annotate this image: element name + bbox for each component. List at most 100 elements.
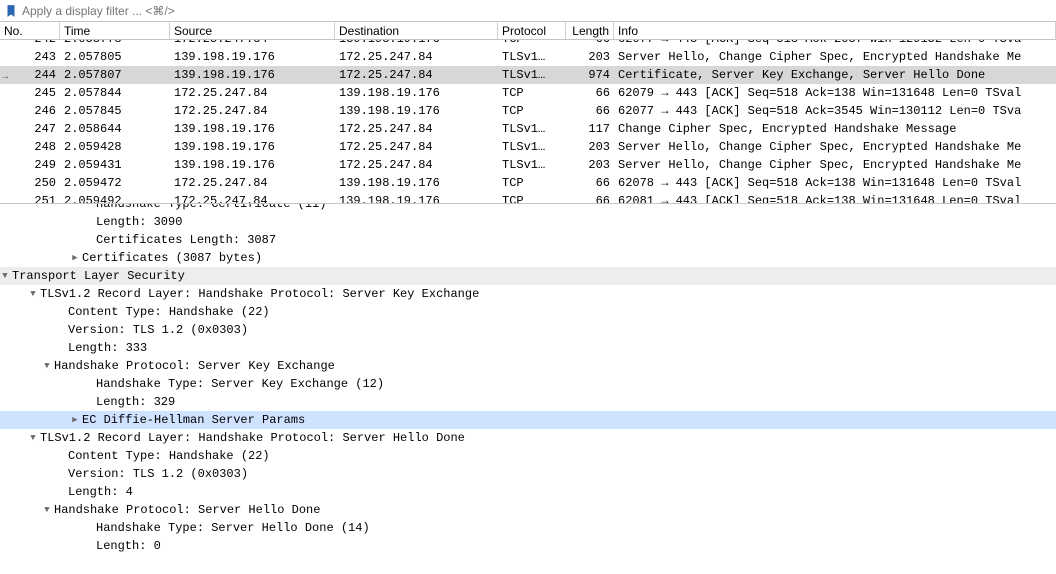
cell-length: 203	[566, 138, 614, 156]
packet-row[interactable]: 2512.059492172.25.247.84139.198.19.176TC…	[0, 192, 1056, 204]
detail-line[interactable]: ▼Transport Layer Security	[0, 267, 1056, 285]
bookmark-icon[interactable]	[4, 4, 18, 18]
cell-source: 172.25.247.84	[170, 174, 335, 192]
column-header-time[interactable]: Time	[60, 22, 170, 39]
detail-text: Handshake Type: Server Hello Done (14)	[96, 519, 370, 537]
detail-text: Handshake Type: Server Key Exchange (12)	[96, 375, 384, 393]
detail-line[interactable]: Version: TLS 1.2 (0x0303)	[0, 465, 1056, 483]
detail-line[interactable]: Length: 4	[0, 483, 1056, 501]
cell-length: 203	[566, 48, 614, 66]
expanded-icon[interactable]: ▼	[0, 267, 10, 285]
detail-line[interactable]: Handshake Type: Certificate (11)	[0, 204, 1056, 213]
cell-no: 246	[0, 102, 60, 120]
cell-source: 139.198.19.176	[170, 138, 335, 156]
column-header-length[interactable]: Length	[566, 22, 614, 39]
cell-source: 172.25.247.84	[170, 192, 335, 204]
collapsed-icon[interactable]: ▶	[70, 249, 80, 267]
cell-destination: 172.25.247.84	[335, 138, 498, 156]
column-header-source[interactable]: Source	[170, 22, 335, 39]
detail-line[interactable]: Length: 3090	[0, 213, 1056, 231]
packet-row[interactable]: 2452.057844172.25.247.84139.198.19.176TC…	[0, 84, 1056, 102]
detail-line[interactable]: ▶Certificates (3087 bytes)	[0, 249, 1056, 267]
cell-length: 66	[566, 192, 614, 204]
cell-time: 2.059472	[60, 174, 170, 192]
detail-text: Length: 329	[96, 393, 175, 411]
packet-details[interactable]: Handshake Type: Certificate (11)Length: …	[0, 204, 1056, 555]
detail-line[interactable]: Length: 0	[0, 537, 1056, 555]
cell-source: 139.198.19.176	[170, 120, 335, 138]
cell-protocol: TLSv1…	[498, 66, 566, 84]
cell-no: 249	[0, 156, 60, 174]
cell-protocol: TCP	[498, 40, 566, 48]
column-header-destination[interactable]: Destination	[335, 22, 498, 39]
column-header-protocol[interactable]: Protocol	[498, 22, 566, 39]
cell-destination: 139.198.19.176	[335, 174, 498, 192]
packet-row[interactable]: 2432.057805139.198.19.176172.25.247.84TL…	[0, 48, 1056, 66]
cell-destination: 172.25.247.84	[335, 156, 498, 174]
cell-no: 251	[0, 192, 60, 204]
cell-destination: 172.25.247.84	[335, 66, 498, 84]
cell-source: 139.198.19.176	[170, 66, 335, 84]
display-filter-input[interactable]	[22, 4, 1052, 18]
cell-time: 2.053778	[60, 40, 170, 48]
detail-text: TLSv1.2 Record Layer: Handshake Protocol…	[40, 429, 465, 447]
packet-row[interactable]: 2462.057845172.25.247.84139.198.19.176TC…	[0, 102, 1056, 120]
expanded-icon[interactable]: ▼	[42, 357, 52, 375]
detail-text: Content Type: Handshake (22)	[68, 447, 270, 465]
column-header-info[interactable]: Info	[614, 22, 1056, 39]
detail-line[interactable]: ▼TLSv1.2 Record Layer: Handshake Protoco…	[0, 285, 1056, 303]
detail-line[interactable]: Content Type: Handshake (22)	[0, 303, 1056, 321]
cell-info: 62079 → 443 [ACK] Seq=518 Ack=138 Win=13…	[614, 84, 1056, 102]
detail-line[interactable]: ▼Handshake Protocol: Server Key Exchange	[0, 357, 1056, 375]
detail-line[interactable]: Certificates Length: 3087	[0, 231, 1056, 249]
detail-text: EC Diffie-Hellman Server Params	[82, 411, 305, 429]
expanded-icon[interactable]: ▼	[28, 429, 38, 447]
cell-time: 2.059492	[60, 192, 170, 204]
cell-length: 66	[566, 174, 614, 192]
cell-info: 62078 → 443 [ACK] Seq=518 Ack=138 Win=13…	[614, 174, 1056, 192]
detail-text: Handshake Protocol: Server Key Exchange	[54, 357, 335, 375]
packet-row[interactable]: 2502.059472172.25.247.84139.198.19.176TC…	[0, 174, 1056, 192]
detail-line[interactable]: ▶EC Diffie-Hellman Server Params	[0, 411, 1056, 429]
packet-row[interactable]: 2482.059428139.198.19.176172.25.247.84TL…	[0, 138, 1056, 156]
cell-no: 248	[0, 138, 60, 156]
cell-destination: 172.25.247.84	[335, 48, 498, 66]
detail-text: Length: 333	[68, 339, 147, 357]
detail-text: Transport Layer Security	[12, 267, 185, 285]
expanded-icon[interactable]: ▼	[42, 501, 52, 519]
cell-info: 62077 → 443 [ACK] Seq=518 Ack=3545 Win=1…	[614, 102, 1056, 120]
detail-text: Handshake Type: Certificate (11)	[96, 204, 326, 213]
expanded-icon[interactable]: ▼	[28, 285, 38, 303]
cell-info: 62081 → 443 [ACK] Seq=518 Ack=138 Win=13…	[614, 192, 1056, 204]
packet-row[interactable]: 2492.059431139.198.19.176172.25.247.84TL…	[0, 156, 1056, 174]
cell-length: 117	[566, 120, 614, 138]
detail-line[interactable]: ▼Handshake Protocol: Server Hello Done	[0, 501, 1056, 519]
detail-line[interactable]: Handshake Type: Server Key Exchange (12)	[0, 375, 1056, 393]
detail-text: Length: 4	[68, 483, 133, 501]
detail-line[interactable]: ▼TLSv1.2 Record Layer: Handshake Protoco…	[0, 429, 1056, 447]
cell-info: Server Hello, Change Cipher Spec, Encryp…	[614, 156, 1056, 174]
collapsed-icon[interactable]: ▶	[70, 411, 80, 429]
cell-length: 974	[566, 66, 614, 84]
detail-line[interactable]: Length: 333	[0, 339, 1056, 357]
detail-line[interactable]: Length: 329	[0, 393, 1056, 411]
cell-source: 139.198.19.176	[170, 48, 335, 66]
cell-protocol: TLSv1…	[498, 120, 566, 138]
cell-protocol: TCP	[498, 192, 566, 204]
cell-source: 139.198.19.176	[170, 156, 335, 174]
packet-list[interactable]: 2422.053778172.25.247.84139.198.19.176TC…	[0, 40, 1056, 204]
cell-destination: 139.198.19.176	[335, 102, 498, 120]
cell-no: 250	[0, 174, 60, 192]
column-header-no[interactable]: No.	[0, 22, 60, 39]
packet-row[interactable]: 2422.053778172.25.247.84139.198.19.176TC…	[0, 40, 1056, 48]
cell-destination: 139.198.19.176	[335, 84, 498, 102]
detail-text: Content Type: Handshake (22)	[68, 303, 270, 321]
detail-line[interactable]: Version: TLS 1.2 (0x0303)	[0, 321, 1056, 339]
cell-source: 172.25.247.84	[170, 84, 335, 102]
cell-time: 2.057805	[60, 48, 170, 66]
packet-row[interactable]: 2472.058644139.198.19.176172.25.247.84TL…	[0, 120, 1056, 138]
detail-line[interactable]: Handshake Type: Server Hello Done (14)	[0, 519, 1056, 537]
cell-destination: 172.25.247.84	[335, 120, 498, 138]
detail-line[interactable]: Content Type: Handshake (22)	[0, 447, 1056, 465]
packet-row[interactable]: →2442.057807139.198.19.176172.25.247.84T…	[0, 66, 1056, 84]
